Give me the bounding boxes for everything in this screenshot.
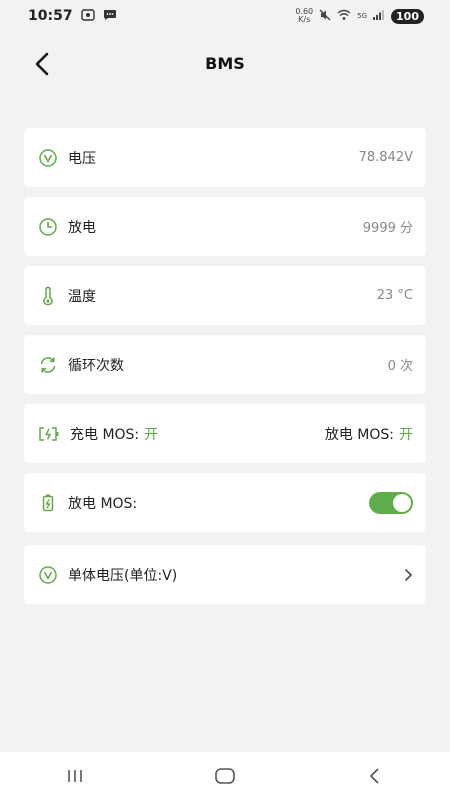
recent-apps-icon bbox=[68, 770, 82, 782]
status-time: 10:57 bbox=[28, 8, 73, 24]
temperature-row: 温度 23 °C bbox=[24, 266, 426, 325]
voltage-row: 电压 78.842V bbox=[24, 128, 426, 187]
network-type: 5G bbox=[357, 12, 368, 20]
net-speed: 0.60 K/s bbox=[295, 8, 313, 24]
message-icon bbox=[103, 9, 117, 24]
charge-mos: 充电 MOS: 开 bbox=[70, 424, 158, 444]
status-bar: 10:57 0.60 K/s 5G 100 bbox=[0, 0, 450, 32]
chevron-right-icon bbox=[403, 568, 413, 582]
screenshot-icon bbox=[80, 8, 95, 24]
cycles-label: 循环次数 bbox=[68, 357, 124, 374]
discharge-mos-label: 放电 MOS: bbox=[324, 426, 394, 443]
charge-mos-state: 开 bbox=[144, 426, 159, 443]
discharge-value: 9999 分 bbox=[362, 221, 413, 236]
mute-icon bbox=[319, 9, 331, 24]
discharge-row: 放电 9999 分 bbox=[24, 197, 426, 256]
header: BMS bbox=[0, 40, 450, 86]
temperature-label: 温度 bbox=[68, 288, 96, 305]
thermometer-icon bbox=[38, 286, 58, 306]
cycles-value: 0 次 bbox=[387, 359, 413, 374]
net-speed-unit: K/s bbox=[298, 15, 311, 24]
system-nav-bar bbox=[0, 752, 450, 800]
voltage-icon bbox=[38, 148, 58, 168]
discharge-mos-switch[interactable] bbox=[369, 491, 413, 514]
back-arrow-icon bbox=[35, 52, 49, 76]
charge-mos-label: 充电 MOS: bbox=[70, 426, 140, 443]
discharge-mos: 放电 MOS: 开 bbox=[325, 424, 413, 444]
battery-charging-icon bbox=[38, 424, 60, 444]
system-back-icon bbox=[370, 768, 379, 784]
clock-icon bbox=[38, 217, 58, 237]
status-right: 0.60 K/s 5G 100 bbox=[295, 8, 424, 24]
mos-status-row: 充电 MOS: 开 放电 MOS: 开 bbox=[24, 404, 426, 463]
cycles-row: 循环次数 0 次 bbox=[24, 335, 426, 394]
discharge-label: 放电 bbox=[68, 219, 96, 236]
switch-knob bbox=[393, 493, 411, 512]
battery-bolt-icon bbox=[38, 493, 58, 513]
refresh-icon bbox=[38, 355, 58, 375]
home-button[interactable] bbox=[195, 756, 255, 796]
discharge-mos-toggle-label: 放电 MOS: bbox=[68, 495, 138, 512]
temperature-value: 23 °C bbox=[376, 288, 413, 303]
wifi-icon bbox=[337, 9, 351, 24]
status-left: 10:57 bbox=[28, 8, 117, 24]
voltage-icon bbox=[38, 565, 58, 585]
system-back-button[interactable] bbox=[345, 756, 405, 796]
battery-indicator: 100 bbox=[391, 8, 424, 24]
cell-voltage-label: 单体电压(单位:V) bbox=[68, 567, 178, 584]
page-title: BMS bbox=[205, 53, 245, 73]
signal-icon bbox=[373, 9, 385, 24]
discharge-mos-toggle-row: 放电 MOS: bbox=[24, 473, 426, 532]
voltage-value: 78.842V bbox=[358, 150, 413, 165]
cell-voltage-row[interactable]: 单体电压(单位:V) bbox=[24, 545, 426, 604]
home-icon bbox=[215, 768, 235, 784]
voltage-label: 电压 bbox=[68, 150, 96, 167]
recent-apps-button[interactable] bbox=[45, 756, 105, 796]
back-button[interactable] bbox=[28, 50, 56, 78]
discharge-mos-state: 开 bbox=[399, 426, 413, 443]
